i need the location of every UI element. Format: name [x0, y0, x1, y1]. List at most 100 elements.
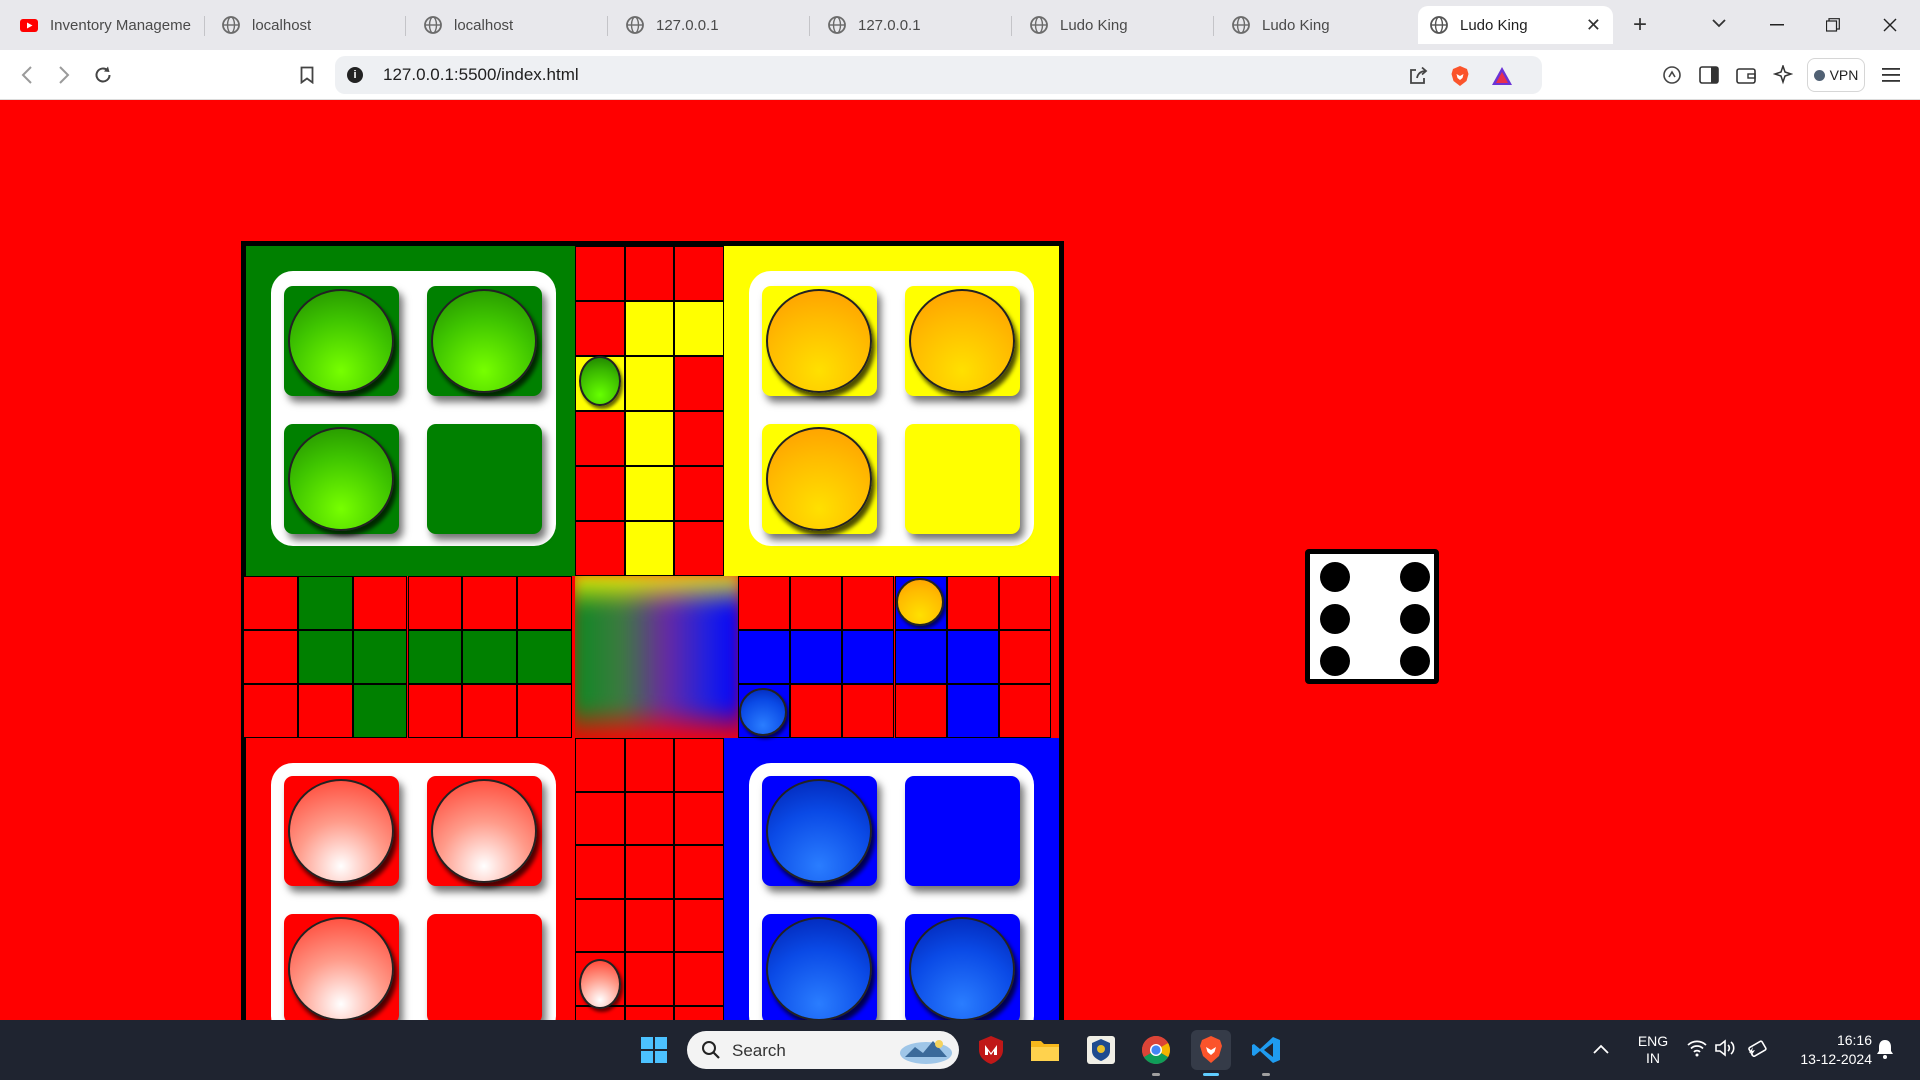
track-cell[interactable]	[998, 630, 1051, 684]
language-indicator[interactable]: ENG IN	[1634, 1033, 1672, 1067]
track-cell[interactable]	[575, 246, 625, 301]
track-cell[interactable]	[842, 684, 895, 738]
taskbar-search[interactable]: Search	[687, 1031, 959, 1069]
wallet-icon[interactable]	[1734, 63, 1758, 87]
track-cell[interactable]	[946, 684, 999, 738]
brave-taskbar-icon[interactable]	[1191, 1030, 1231, 1070]
red-token[interactable]	[431, 779, 537, 883]
yellow-slot-4-empty[interactable]	[905, 424, 1020, 534]
tab-inventory[interactable]: Inventory Manageme	[8, 6, 203, 44]
track-cell[interactable]	[243, 684, 298, 738]
green-token[interactable]	[431, 289, 537, 393]
file-explorer-icon[interactable]	[1025, 1030, 1065, 1070]
green-token[interactable]	[288, 427, 394, 531]
track-cell[interactable]	[790, 576, 843, 630]
tab-127-1[interactable]: 127.0.0.1	[614, 6, 809, 44]
track-cell[interactable]	[624, 952, 675, 1006]
track-cell[interactable]	[894, 684, 947, 738]
track-cell[interactable]	[575, 466, 625, 521]
reload-icon[interactable]	[90, 62, 116, 88]
track-cell[interactable]	[624, 521, 675, 576]
track-cell[interactable]	[998, 684, 1051, 738]
windows-start-icon[interactable]	[634, 1030, 674, 1070]
tab-search-chevron-icon[interactable]	[1712, 12, 1726, 33]
tab-ludo-1[interactable]: Ludo King	[1018, 6, 1213, 44]
track-cell[interactable]	[674, 952, 724, 1006]
brave-shields-icon[interactable]	[1449, 65, 1471, 87]
red-slot-2[interactable]	[427, 776, 542, 886]
track-cell[interactable]	[674, 411, 724, 466]
track-cell[interactable]	[998, 576, 1051, 630]
blue-slot-4[interactable]	[905, 914, 1020, 1024]
blue-token[interactable]	[766, 917, 872, 1021]
forward-icon[interactable]	[51, 62, 77, 88]
track-cell[interactable]	[674, 845, 724, 899]
mcafee-icon[interactable]	[971, 1030, 1011, 1070]
track-cell[interactable]	[624, 845, 675, 899]
green-slot-2[interactable]	[427, 286, 542, 396]
tab-ludo-active[interactable]: Ludo King ✕	[1418, 6, 1613, 44]
red-token[interactable]	[288, 779, 394, 883]
yellow-slot-3[interactable]	[762, 424, 877, 534]
track-cell[interactable]	[674, 791, 724, 845]
track-cell[interactable]	[738, 576, 791, 630]
track-cell[interactable]	[243, 576, 298, 630]
back-icon[interactable]	[14, 62, 40, 88]
yellow-token[interactable]	[909, 289, 1015, 393]
leo-icon[interactable]	[1660, 63, 1684, 87]
track-cell[interactable]	[624, 791, 675, 845]
track-cell[interactable]	[624, 738, 675, 792]
track-cell[interactable]	[575, 738, 625, 792]
track-cell[interactable]	[624, 898, 675, 952]
yellow-token-on-track[interactable]	[896, 578, 944, 626]
blue-slot-2-empty[interactable]	[905, 776, 1020, 886]
track-cell[interactable]	[517, 576, 572, 630]
volume-icon[interactable]	[1715, 1039, 1737, 1060]
track-cell[interactable]	[297, 630, 353, 684]
track-cell[interactable]	[297, 684, 353, 738]
blue-token-on-track[interactable]	[739, 688, 787, 736]
bookmark-icon[interactable]	[294, 62, 320, 88]
clock[interactable]: 16:16 13-12-2024	[1782, 1031, 1872, 1069]
track-cell[interactable]	[624, 356, 675, 411]
blue-slot-3[interactable]	[762, 914, 877, 1024]
track-cell[interactable]	[894, 630, 947, 684]
dice[interactable]	[1305, 549, 1439, 684]
app-emblem-icon[interactable]	[1081, 1030, 1121, 1070]
yellow-slot-2[interactable]	[905, 286, 1020, 396]
track-cell[interactable]	[462, 630, 518, 684]
tab-127-2[interactable]: 127.0.0.1	[816, 6, 1011, 44]
notification-bell-icon[interactable]	[1876, 1039, 1894, 1062]
new-tab-button[interactable]: +	[1625, 10, 1655, 40]
share-icon[interactable]	[1407, 65, 1429, 87]
track-cell[interactable]	[842, 576, 895, 630]
track-cell[interactable]	[575, 898, 625, 952]
menu-icon[interactable]	[1879, 63, 1903, 87]
track-cell[interactable]	[575, 791, 625, 845]
track-cell[interactable]	[674, 356, 724, 411]
close-tab-icon[interactable]: ✕	[1586, 15, 1601, 36]
track-cell[interactable]	[243, 630, 298, 684]
yellow-token[interactable]	[766, 427, 872, 531]
vscode-icon[interactable]	[1246, 1030, 1286, 1070]
track-cell[interactable]	[674, 301, 724, 356]
minimize-icon[interactable]	[1757, 8, 1797, 42]
wifi-icon[interactable]	[1687, 1039, 1707, 1060]
sidebar-icon[interactable]	[1697, 63, 1721, 87]
address-bar[interactable]: i 127.0.0.1:5500/index.html	[335, 56, 1542, 94]
track-cell[interactable]	[624, 411, 675, 466]
battery-charging-icon[interactable]	[1746, 1039, 1768, 1060]
track-cell[interactable]	[352, 576, 408, 630]
red-slot-1[interactable]	[284, 776, 399, 886]
green-slot-1[interactable]	[284, 286, 399, 396]
track-cell[interactable]	[575, 301, 625, 356]
track-cell[interactable]	[624, 301, 675, 356]
track-cell[interactable]	[517, 684, 572, 738]
brave-rewards-icon[interactable]	[1491, 65, 1513, 87]
track-cell[interactable]	[674, 466, 724, 521]
track-cell[interactable]	[674, 246, 724, 301]
track-cell[interactable]	[462, 576, 518, 630]
track-cell[interactable]	[842, 630, 895, 684]
blue-slot-1[interactable]	[762, 776, 877, 886]
tab-localhost-2[interactable]: localhost	[412, 6, 607, 44]
